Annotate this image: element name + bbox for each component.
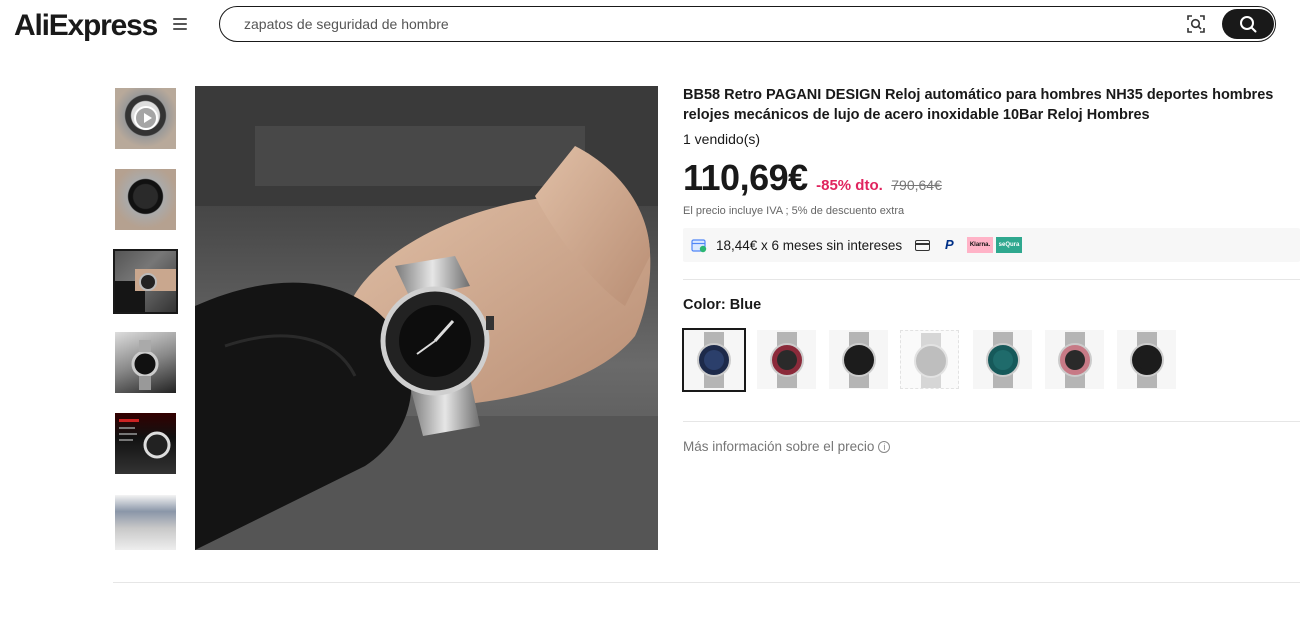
swatch-watch-graphic xyxy=(914,333,948,388)
play-icon xyxy=(134,106,158,130)
discount-badge: -85% dto. xyxy=(816,177,883,194)
swatch-watch-graphic xyxy=(842,332,876,388)
swatch-watch-graphic xyxy=(770,332,804,388)
thumbnail-watch-graphic xyxy=(131,340,159,390)
divider xyxy=(683,421,1300,422)
main-product-image[interactable] xyxy=(195,86,658,550)
swatch-watch-graphic xyxy=(697,332,731,388)
more-info-text: Más información sobre el precio xyxy=(683,439,875,454)
color-swatch-red-black[interactable] xyxy=(757,330,816,389)
swatch-watch-graphic xyxy=(986,332,1020,388)
watch-on-wrist-photo xyxy=(195,86,658,550)
calendar-icon xyxy=(691,239,707,253)
more-price-info-link[interactable]: Más información sobre el precio i xyxy=(683,439,891,454)
thumbnail-image[interactable] xyxy=(115,332,176,393)
current-price: 110,69€ xyxy=(683,157,808,198)
sold-count: 1 vendido(s) xyxy=(683,131,761,147)
paypal-icon: P xyxy=(945,237,954,252)
color-swatch-black-gold[interactable] xyxy=(829,330,888,389)
divider xyxy=(683,279,1300,280)
thumbnail-image[interactable] xyxy=(115,169,176,230)
thumbnail-image-selected[interactable] xyxy=(113,249,178,314)
klarna-icon: Klarna. xyxy=(967,237,993,253)
color-swatch-green[interactable] xyxy=(973,330,1032,389)
installments-text: 18,44€ x 6 meses sin intereses xyxy=(716,238,903,253)
aliexpress-logo[interactable]: AliExpress xyxy=(14,9,158,43)
thumbnail-image[interactable] xyxy=(115,413,176,474)
product-title: BB58 Retro PAGANI DESIGN Reloj automátic… xyxy=(683,87,1274,123)
search-bar xyxy=(219,6,1276,42)
tax-note: El precio incluye IVA ; 5% de descuento … xyxy=(683,205,905,217)
camera-search-icon[interactable] xyxy=(1186,14,1206,34)
sequra-icon: seQura xyxy=(996,237,1022,253)
color-swatch-black[interactable] xyxy=(1117,330,1176,389)
color-label: Color: Blue xyxy=(683,297,762,313)
thumbnail-image[interactable] xyxy=(115,495,176,550)
search-input[interactable] xyxy=(244,7,1144,40)
swatch-watch-graphic xyxy=(1130,332,1164,388)
price-row: 110,69€ -85% dto. 790,64€ xyxy=(683,157,942,198)
thumbnail-video[interactable] xyxy=(115,88,176,149)
color-swatch-silver[interactable] xyxy=(900,330,959,389)
installments-banner[interactable]: 18,44€ x 6 meses sin intereses P Klarna.… xyxy=(683,228,1300,262)
info-icon: i xyxy=(878,441,891,453)
color-swatch-pink[interactable] xyxy=(1045,330,1104,389)
thumbnail-watch-graphic xyxy=(115,269,176,312)
logo-text: AliExpress xyxy=(14,9,158,42)
swatch-watch-graphic xyxy=(1058,332,1092,388)
search-button[interactable] xyxy=(1222,9,1274,39)
divider xyxy=(113,582,1300,583)
original-price: 790,64€ xyxy=(891,177,942,193)
search-icon xyxy=(1240,16,1257,33)
credit-card-icon xyxy=(915,240,930,251)
color-swatch-blue[interactable] xyxy=(682,328,746,392)
menu-icon[interactable] xyxy=(173,18,187,32)
thumbnail-watch-graphic xyxy=(119,419,171,459)
